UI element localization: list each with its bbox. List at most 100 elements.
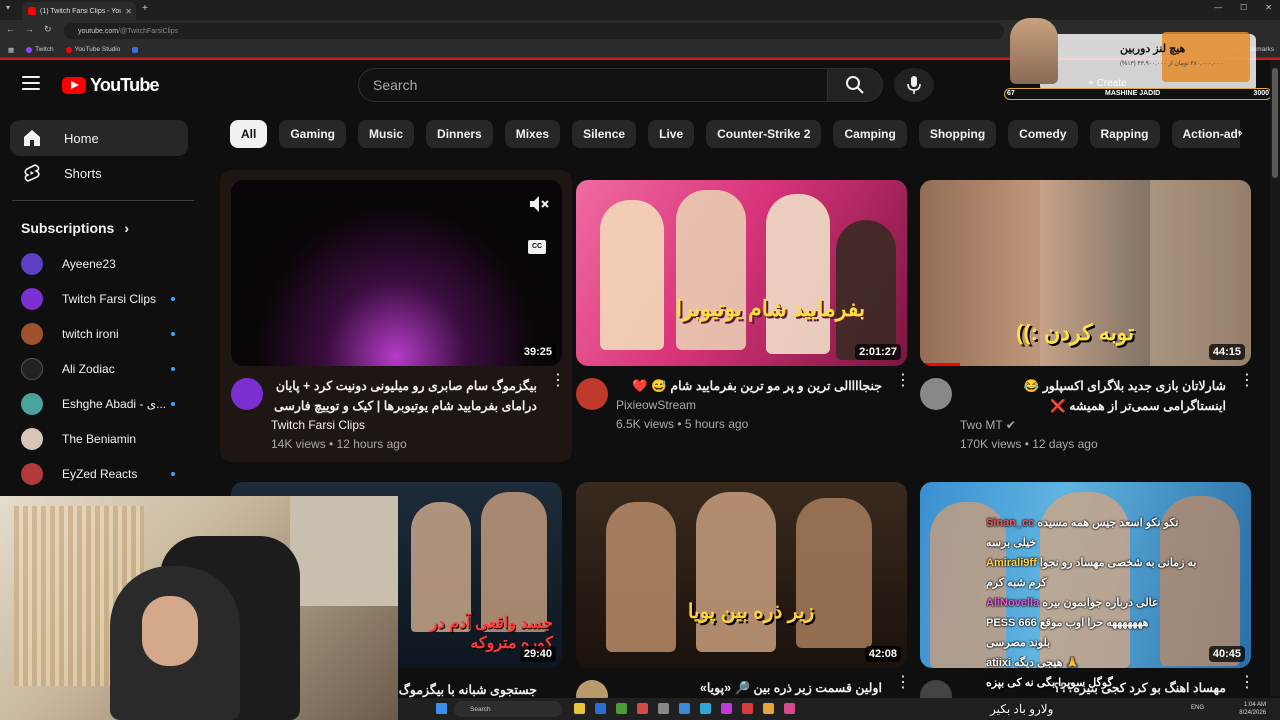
sidebar-item-shorts[interactable]: Shorts xyxy=(10,155,188,191)
taskbar-search[interactable]: Search xyxy=(454,701,562,717)
chip-comedy[interactable]: Comedy xyxy=(1008,120,1078,148)
clock[interactable]: 1:04 AM 8/24/2026 xyxy=(1239,701,1266,717)
chat-message: کرم شبه کرم xyxy=(986,576,1280,596)
start-icon[interactable] xyxy=(436,703,447,714)
search-button[interactable] xyxy=(827,68,883,102)
reload-icon[interactable]: ↻ xyxy=(44,24,52,35)
chip-camping[interactable]: Camping xyxy=(833,120,907,148)
voice-search-button[interactable] xyxy=(894,68,934,102)
steam-icon[interactable] xyxy=(595,703,606,714)
subscription-item[interactable]: EyZed Reacts xyxy=(21,462,191,486)
channel-avatar[interactable] xyxy=(920,378,952,410)
subscription-item[interactable]: Eshghe Abadi - ی... xyxy=(21,392,191,416)
more-options-icon[interactable]: ⋮ xyxy=(550,373,566,389)
close-window-icon[interactable]: ✕ xyxy=(1265,3,1272,12)
chip-music[interactable]: Music xyxy=(358,120,415,148)
back-icon[interactable]: ← xyxy=(6,24,15,35)
video-duration: 39:25 xyxy=(519,344,556,360)
video-thumbnail[interactable]: زیر ذره بین پویا 42:08 xyxy=(576,482,907,668)
channel-name[interactable]: PixieowStream xyxy=(616,398,696,412)
video-thumbnail[interactable]: توبه کردن :)) 44:15 xyxy=(920,180,1251,366)
chip-silence[interactable]: Silence xyxy=(572,120,637,148)
more-options-icon[interactable]: ⋮ xyxy=(1239,373,1255,389)
video-title[interactable]: شارلاتان بازی جدید بلاگرای اکسپلور 😂 این… xyxy=(960,376,1226,416)
bookmark-blue[interactable] xyxy=(132,46,139,53)
minimize-icon[interactable]: — xyxy=(1214,3,1222,12)
subscription-item[interactable]: twitch ironi xyxy=(21,322,191,346)
chip-all[interactable]: All xyxy=(230,120,268,148)
chat-user: PESS 666 xyxy=(986,617,1037,629)
app-icon[interactable] xyxy=(616,703,627,714)
subscriptions-heading[interactable]: Subscriptions › xyxy=(21,220,129,236)
app-icon[interactable] xyxy=(637,703,648,714)
subscription-name: Ayeene23 xyxy=(62,257,116,271)
language-indicator[interactable]: ENG xyxy=(1191,705,1204,711)
channel-avatar[interactable] xyxy=(231,378,263,410)
edge-icon[interactable] xyxy=(700,703,711,714)
channel-avatar[interactable] xyxy=(576,378,608,410)
channel-name[interactable]: Two MT ✔ xyxy=(960,418,1016,432)
chip-shopping[interactable]: Shopping xyxy=(918,120,997,148)
chip-rapping[interactable]: Rapping xyxy=(1089,120,1160,148)
avatar xyxy=(21,428,43,450)
chat-text: کرم شبه کرم xyxy=(986,577,1047,589)
avatar xyxy=(21,288,43,310)
mute-icon[interactable] xyxy=(528,194,550,214)
subscription-item[interactable]: The Beniamin xyxy=(21,427,191,451)
bookmark-twitch[interactable]: Twitch xyxy=(26,46,54,53)
more-options-icon[interactable]: ⋮ xyxy=(895,373,911,389)
app-icon[interactable] xyxy=(721,703,732,714)
chip-mixes[interactable]: Mixes xyxy=(504,120,561,148)
chip-action-adventure[interactable]: Action-adventure xyxy=(1171,120,1240,148)
url-field[interactable]: youtube.com/@TwitchFarsiClips xyxy=(64,23,1004,39)
video-duration: 44:15 xyxy=(1208,344,1245,360)
goal-label: MASHINE JADID xyxy=(1105,90,1161,97)
app-icon[interactable] xyxy=(658,703,669,714)
chat-text: گوگل سوپرا بگی نه کی بپزه xyxy=(986,677,1113,689)
video-meta: 6.5K views • 5 hours ago xyxy=(616,417,749,431)
app-icon[interactable] xyxy=(742,703,753,714)
chip-counter-strike-2[interactable]: Counter-Strike 2 xyxy=(706,120,822,148)
youtube-logo[interactable]: YouTube xyxy=(62,75,160,96)
subscription-item[interactable]: Ayeene23 xyxy=(21,252,191,276)
maximize-icon[interactable]: ☐ xyxy=(1240,3,1247,12)
search-icon xyxy=(846,76,864,94)
subscription-name: The Beniamin xyxy=(62,432,137,446)
shorts-icon xyxy=(24,164,40,182)
video-title[interactable]: بیگزموگ سام صابری رو میلیونی دونیت کرد +… xyxy=(271,376,537,416)
tab-title: (1) Twitch Farsi Clips - YouTube xyxy=(40,7,122,15)
tab-search-icon[interactable]: ▾ xyxy=(6,3,10,12)
close-tab-icon[interactable]: ✕ xyxy=(125,7,132,16)
chrome-icon[interactable] xyxy=(763,703,774,714)
menu-icon[interactable] xyxy=(22,76,40,92)
webcam-feed xyxy=(0,496,398,720)
video-title[interactable]: اولین قسمت زیر ذره بین 🔎 «پویا» xyxy=(616,678,882,698)
chevron-right-icon[interactable]: › xyxy=(1238,124,1243,140)
scrollbar-thumb[interactable] xyxy=(1272,68,1278,178)
video-title[interactable]: جنجاااالی ترین و پر مو ترین بفرمایید شام… xyxy=(616,376,882,396)
chip-gaming[interactable]: Gaming xyxy=(279,120,347,148)
chat-text: هیجی دیگه 🙏 xyxy=(1014,657,1080,669)
browser-tab[interactable]: (1) Twitch Farsi Clips - YouTube ✕ xyxy=(22,2,136,20)
chip-dinners[interactable]: Dinners xyxy=(426,120,493,148)
captions-icon[interactable]: CC xyxy=(528,240,546,254)
channel-name[interactable]: Twitch Farsi Clips xyxy=(271,418,365,432)
file-explorer-icon[interactable] xyxy=(574,703,585,714)
video-duration: 2:01:27 xyxy=(855,344,901,360)
subscription-item[interactable]: Twitch Farsi Clips xyxy=(21,287,191,311)
search-input[interactable]: Search xyxy=(358,68,828,102)
forward-icon[interactable]: → xyxy=(25,24,34,35)
chip-live[interactable]: Live xyxy=(648,120,695,148)
more-options-icon[interactable]: ⋮ xyxy=(895,675,911,691)
bookmark-youtube-studio[interactable]: YouTube Studio xyxy=(65,46,120,53)
new-tab-button[interactable]: + xyxy=(142,3,148,14)
video-thumbnail[interactable]: بفرمایید شام یوتیوبرا 2:01:27 xyxy=(576,180,907,366)
app-icon[interactable] xyxy=(679,703,690,714)
sidebar-item-home[interactable]: Home xyxy=(10,120,188,156)
apps-icon[interactable]: ▦ xyxy=(8,46,14,54)
subscription-item[interactable]: Ali Zodiac xyxy=(21,357,191,381)
video-thumbnail[interactable]: CC 39:25 xyxy=(231,180,562,366)
video-meta: 14K views • 12 hours ago xyxy=(271,437,407,451)
app-icon[interactable] xyxy=(784,703,795,714)
chat-user: Amirali9ff xyxy=(986,557,1037,569)
